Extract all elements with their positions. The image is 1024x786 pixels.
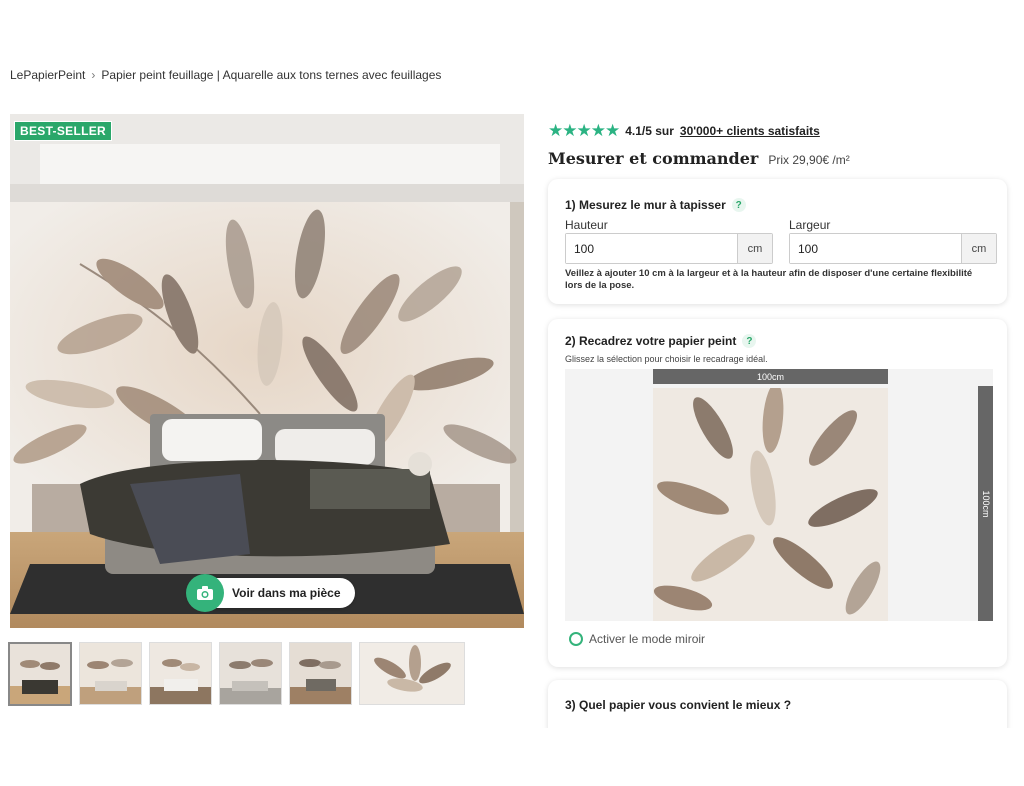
order-heading: Mesurer et commander Prix 29,90€ /m²	[548, 149, 850, 168]
crop-area[interactable]: 100cm 100cm	[565, 369, 993, 621]
thumbnail-2[interactable]	[79, 642, 142, 705]
help-icon[interactable]: ?	[742, 334, 757, 348]
help-icon[interactable]: ?	[731, 198, 746, 212]
rating-stars-icon: ★★★★★	[548, 121, 620, 140]
crop-card-title: 2) Recadrez votre papier peint ?	[565, 334, 757, 348]
crop-card: 2) Recadrez votre papier peint ? Glissez…	[548, 319, 1007, 667]
width-ruler-label: 100cm	[756, 371, 784, 382]
height-ruler: 100cm	[978, 386, 993, 621]
breadcrumb-separator: ›	[91, 68, 96, 82]
thumbnail-6[interactable]	[359, 642, 465, 705]
breadcrumb: LePapierPeint › Papier peint feuillage |…	[10, 68, 441, 82]
height-label: Hauteur	[565, 218, 608, 232]
rating-summary: ★★★★★ 4.1/5 sur 30'000+ clients satisfai…	[548, 121, 820, 141]
width-unit: cm	[961, 234, 996, 263]
height-ruler-label: 100cm	[980, 489, 991, 518]
breadcrumb-home-link[interactable]: LePapierPeint	[10, 68, 85, 82]
camera-icon	[186, 574, 224, 612]
thumbnail-3[interactable]	[149, 642, 212, 705]
thumbnail-strip	[8, 642, 465, 706]
measure-note: Veillez à ajouter 10 cm à la largeur et …	[565, 268, 973, 291]
width-label: Largeur	[789, 218, 831, 232]
width-field-group: Largeur cm	[789, 218, 997, 264]
width-ruler: 100cm	[653, 369, 888, 384]
height-field-group: Hauteur cm	[565, 218, 773, 264]
thumbnail-1[interactable]	[8, 642, 72, 706]
reviews-link[interactable]: 30'000+ clients satisfaits	[680, 124, 820, 138]
view-in-room-label: Voir dans ma pièce	[232, 586, 341, 600]
height-unit: cm	[737, 234, 772, 263]
view-in-room-button[interactable]: Voir dans ma pièce	[186, 574, 355, 612]
thumbnail-4[interactable]	[219, 642, 282, 705]
crop-selection[interactable]	[653, 388, 888, 621]
crop-subtitle: Glissez la sélection pour choisir le rec…	[565, 354, 768, 364]
order-title: Mesurer et commander	[548, 149, 759, 168]
best-seller-badge: BEST-SELLER	[14, 121, 112, 141]
mirror-radio[interactable]	[569, 632, 583, 646]
thumbnail-5[interactable]	[289, 642, 352, 705]
breadcrumb-current: Papier peint feuillage | Aquarelle aux t…	[101, 68, 442, 82]
mirror-mode-toggle[interactable]: Activer le mode miroir	[569, 632, 705, 646]
measure-title-text: 1) Mesurez le mur à tapisser	[565, 198, 726, 212]
rating-value: 4.1/5 sur	[625, 124, 674, 138]
width-input[interactable]	[790, 234, 961, 263]
product-main-image[interactable]	[10, 114, 524, 628]
page-bottom-fade	[0, 728, 1024, 786]
price-per-m2: Prix 29,90€ /m²	[768, 153, 850, 167]
mirror-label: Activer le mode miroir	[589, 632, 706, 646]
measure-card: 1) Mesurez le mur à tapisser ? Hauteur c…	[548, 179, 1007, 304]
measure-card-title: 1) Mesurez le mur à tapisser ?	[565, 198, 990, 212]
height-input[interactable]	[566, 234, 737, 263]
crop-title-text: 2) Recadrez votre papier peint	[565, 334, 737, 348]
paper-type-title: 3) Quel papier vous convient le mieux ?	[565, 698, 792, 712]
